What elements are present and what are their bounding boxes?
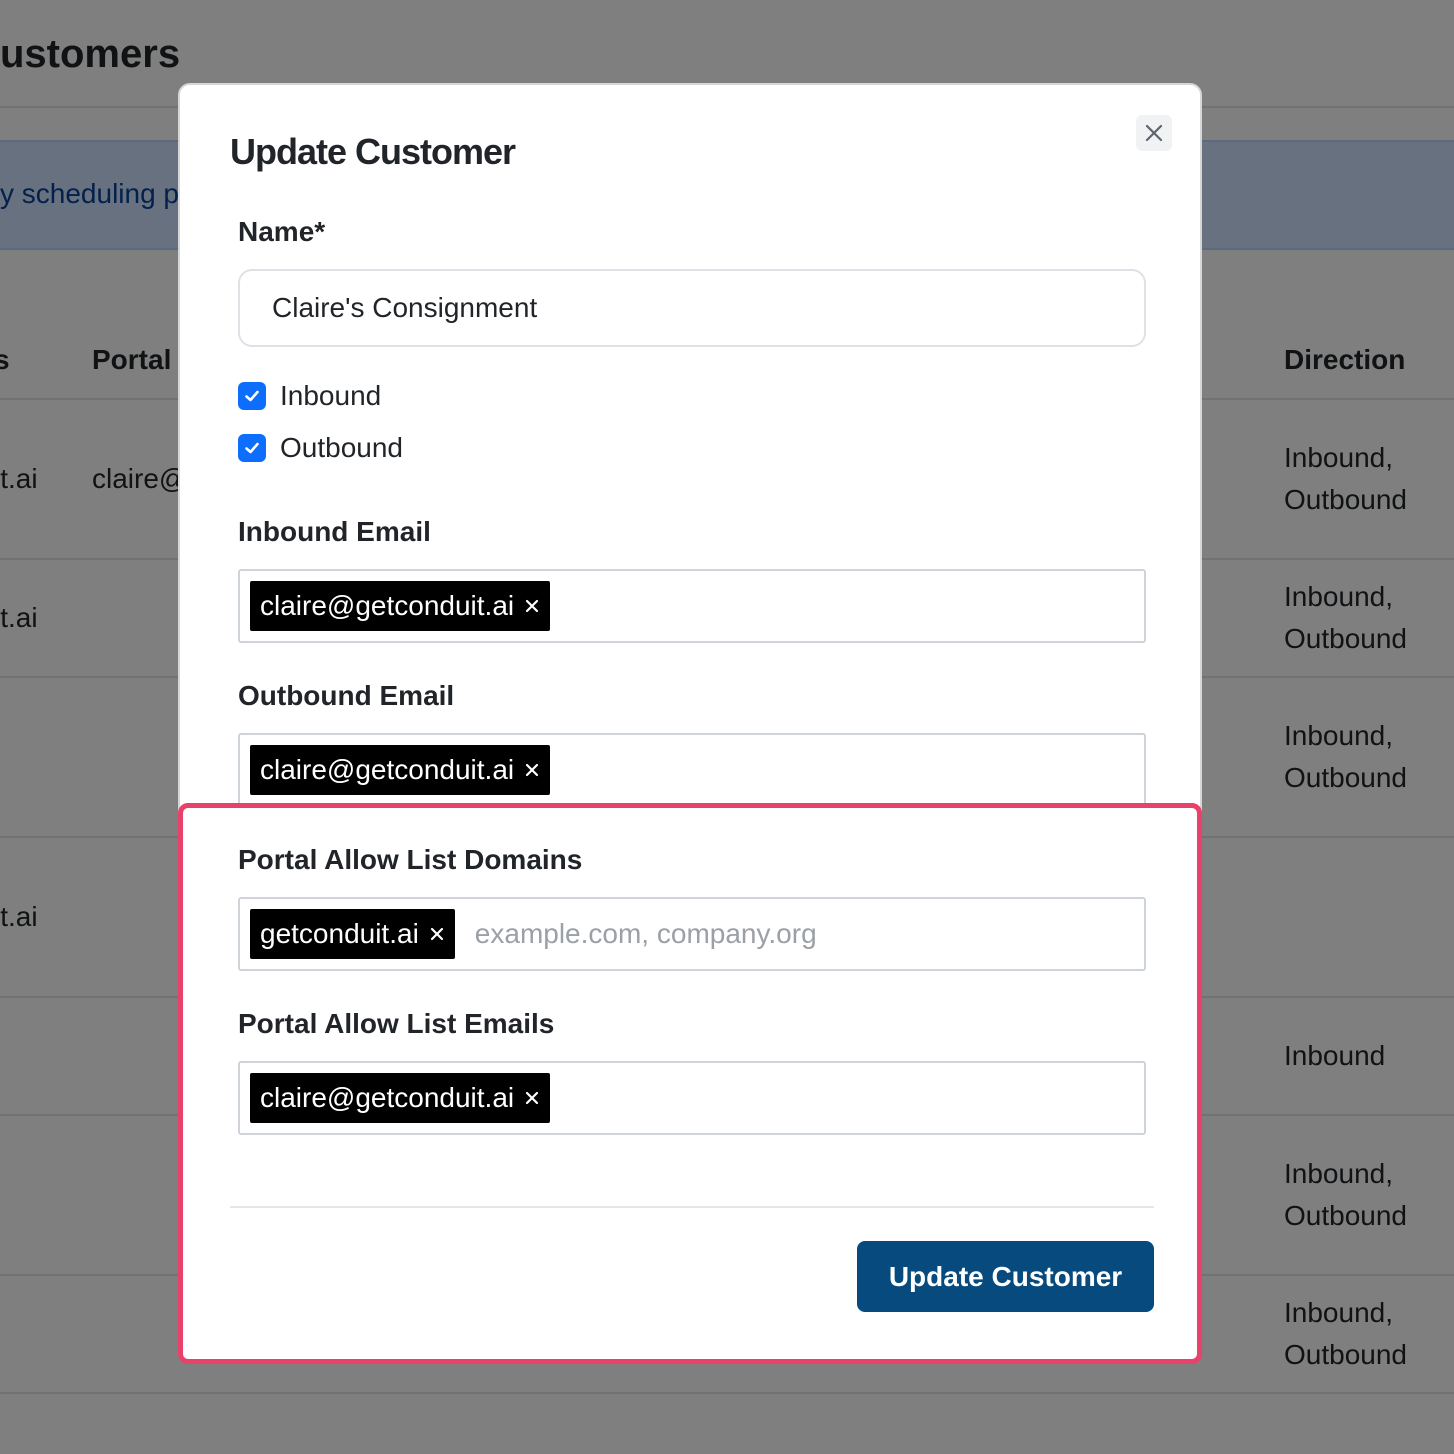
inbound-email-label: Inbound Email (238, 516, 431, 547)
tag-text: claire@getconduit.ai (260, 1082, 515, 1113)
outbound-checkbox-row[interactable]: Outbound (238, 432, 403, 464)
portal-domains-label: Portal Allow List Domains (238, 844, 583, 875)
tag-text: claire@getconduit.ai (260, 754, 515, 785)
name-label: Name* (238, 216, 326, 247)
tag-remove-button[interactable] (524, 598, 540, 614)
tag-text: getconduit.ai (260, 918, 419, 949)
modal-footer-divider (230, 1206, 1154, 1208)
update-customer-button[interactable]: Update Customer (857, 1241, 1154, 1312)
portal-emails-tag-input[interactable]: claire@getconduit.ai (238, 1061, 1146, 1135)
tag-remove-button[interactable] (429, 926, 445, 942)
x-icon (526, 763, 539, 777)
email-tag: claire@getconduit.ai (250, 581, 551, 631)
email-tag: claire@getconduit.ai (250, 745, 551, 795)
close-button[interactable] (1136, 115, 1172, 151)
update-customer-modal: Update Customer Name* Inbound Outbound I… (178, 83, 1202, 1363)
inbound-email-tag-input[interactable]: claire@getconduit.ai (238, 569, 1146, 643)
close-icon (1145, 124, 1163, 142)
checkmark-icon (245, 390, 259, 402)
x-icon (526, 1091, 539, 1105)
modal-title: Update Customer (230, 131, 516, 172)
portal-domains-input[interactable] (474, 918, 895, 950)
email-tag: claire@getconduit.ai (250, 1073, 551, 1123)
x-icon (526, 599, 539, 613)
domain-tag: getconduit.ai (250, 909, 455, 959)
inbound-checkbox[interactable] (238, 382, 266, 410)
tag-remove-button[interactable] (524, 1090, 540, 1106)
tag-remove-button[interactable] (524, 762, 540, 778)
inbound-checkbox-row[interactable]: Inbound (238, 380, 381, 412)
x-icon (430, 927, 443, 941)
outbound-email-label: Outbound Email (238, 680, 455, 711)
portal-domains-tag-input[interactable]: getconduit.ai (238, 897, 1146, 971)
outbound-email-tag-input[interactable]: claire@getconduit.ai (238, 733, 1146, 807)
portal-emails-label: Portal Allow List Emails (238, 1008, 555, 1039)
outbound-checkbox[interactable] (238, 434, 266, 462)
outbound-checkbox-label: Outbound (280, 432, 403, 463)
inbound-checkbox-label: Inbound (280, 380, 382, 411)
checkmark-icon (245, 442, 259, 454)
name-input[interactable] (238, 269, 1146, 347)
tag-text: claire@getconduit.ai (260, 590, 515, 621)
